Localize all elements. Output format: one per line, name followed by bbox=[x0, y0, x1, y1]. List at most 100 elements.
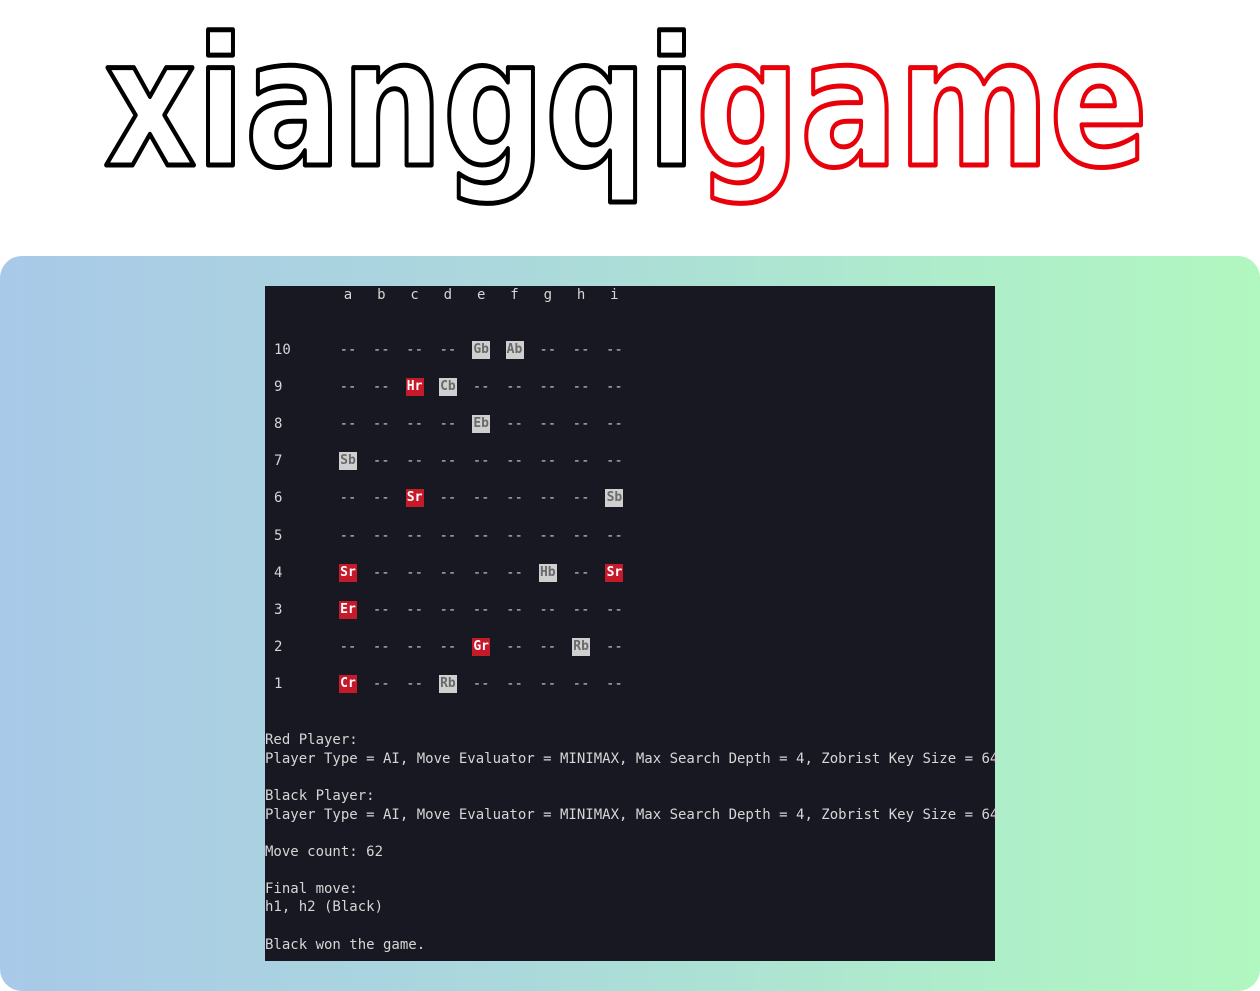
board-cell-empty: -- bbox=[605, 379, 623, 396]
board-cell-empty: -- bbox=[439, 342, 457, 358]
column-label-g: g bbox=[543, 287, 553, 303]
row-label-8: 8 bbox=[274, 416, 283, 433]
column-label-f: f bbox=[510, 287, 519, 303]
board-piece-black: Rb bbox=[438, 674, 457, 693]
black-player-header: Black Player: bbox=[265, 788, 375, 804]
board-cell-empty: -- bbox=[539, 490, 557, 507]
board-cell-empty: -- bbox=[572, 601, 590, 618]
final-move-header: Final move: bbox=[265, 881, 358, 897]
board-cell-empty: -- bbox=[506, 601, 523, 618]
board-piece-black: Eb bbox=[472, 415, 491, 434]
board-piece-black: Gb bbox=[472, 341, 491, 359]
board-cell-empty: -- bbox=[506, 416, 523, 433]
column-label-h: h bbox=[576, 287, 586, 303]
column-label-b: b bbox=[377, 287, 386, 303]
board-cell-empty: -- bbox=[406, 453, 424, 470]
board-cell-empty: -- bbox=[572, 379, 590, 396]
board-piece-black: Hb bbox=[538, 563, 557, 582]
board-cell-empty: -- bbox=[506, 638, 523, 655]
board-cell-empty: -- bbox=[406, 601, 424, 618]
title-part-game: game bbox=[696, 0, 1148, 207]
row-label-6: 6 bbox=[274, 490, 283, 507]
board-cell-empty: -- bbox=[439, 490, 457, 507]
column-label-d: d bbox=[443, 287, 453, 303]
board-cell-empty: -- bbox=[439, 416, 457, 433]
board-cell-empty: -- bbox=[572, 453, 590, 470]
board-cell-empty: -- bbox=[572, 490, 590, 507]
board-cell-empty: -- bbox=[472, 675, 490, 692]
red-player-info: Player Type = AI, Move Evaluator = MINIM… bbox=[265, 751, 999, 767]
board-cell-empty: -- bbox=[339, 379, 357, 396]
board-cell-empty: -- bbox=[472, 564, 490, 581]
board-cell-empty: -- bbox=[372, 379, 390, 396]
board-cell-empty: -- bbox=[539, 342, 557, 358]
board-cell-empty: -- bbox=[406, 527, 424, 544]
black-player-info: Player Type = AI, Move Evaluator = MINIM… bbox=[265, 807, 999, 823]
row-label-4: 4 bbox=[274, 564, 283, 581]
board-cell-empty: -- bbox=[372, 416, 390, 433]
board-cell-empty: -- bbox=[339, 490, 357, 507]
row-label-2: 2 bbox=[274, 638, 283, 655]
board-cell-empty: -- bbox=[605, 601, 623, 618]
title-part-xiangqi: xiangqi bbox=[104, 0, 696, 207]
board-piece-black: Rb bbox=[572, 637, 591, 656]
row-label-7: 7 bbox=[274, 453, 283, 470]
board-cell-empty: -- bbox=[372, 342, 390, 358]
board-cell-empty: -- bbox=[372, 601, 390, 618]
board-cell-empty: -- bbox=[605, 638, 623, 655]
board-cell-empty: -- bbox=[539, 453, 557, 470]
board-cell-empty: -- bbox=[605, 675, 623, 692]
board-cell-empty: -- bbox=[372, 638, 390, 655]
row-label-3: 3 bbox=[274, 601, 283, 618]
board-piece-black: Sb bbox=[605, 489, 624, 508]
column-label-c: c bbox=[410, 287, 419, 303]
board-cell-empty: -- bbox=[539, 638, 557, 655]
board-cell-empty: -- bbox=[605, 453, 623, 470]
board-cell-empty: -- bbox=[572, 342, 590, 358]
board-cell-empty: -- bbox=[506, 379, 523, 396]
board-cell-empty: -- bbox=[372, 527, 390, 544]
board-cell-empty: -- bbox=[439, 601, 457, 618]
board-cell-empty: -- bbox=[472, 527, 490, 544]
board-cell-empty: -- bbox=[472, 601, 490, 618]
board-cell-empty: -- bbox=[472, 379, 490, 396]
board-cell-empty: -- bbox=[339, 638, 357, 655]
board-cell-empty: -- bbox=[539, 379, 557, 396]
board-cell-empty: -- bbox=[539, 527, 557, 544]
final-move: h1, h2 (Black) bbox=[265, 899, 384, 915]
board-cell-empty: -- bbox=[372, 564, 390, 581]
board-cell-empty: -- bbox=[572, 564, 590, 581]
board-cell-empty: -- bbox=[572, 416, 590, 433]
column-label-i: i bbox=[610, 287, 619, 303]
board-cell-empty: -- bbox=[506, 564, 523, 581]
board-piece-red: Hr bbox=[405, 378, 424, 397]
board-piece-red: Er bbox=[339, 600, 357, 619]
board-cell-empty: -- bbox=[439, 564, 457, 581]
board-cell-empty: -- bbox=[372, 453, 390, 470]
board-cell-empty: -- bbox=[506, 453, 523, 470]
board-cell-empty: -- bbox=[472, 490, 490, 507]
column-label-e: e bbox=[476, 287, 486, 303]
board-cell-empty: -- bbox=[406, 416, 424, 433]
board-cell-empty: -- bbox=[406, 675, 424, 692]
board-cell-empty: -- bbox=[439, 638, 457, 655]
board-cell-empty: -- bbox=[406, 342, 424, 358]
board-piece-black: Sb bbox=[339, 452, 357, 471]
board-cell-empty: -- bbox=[339, 416, 357, 433]
board-cell-empty: -- bbox=[539, 601, 557, 618]
board-piece-red: Sr bbox=[339, 563, 357, 582]
board-cell-empty: -- bbox=[372, 490, 390, 507]
board-cell-empty: -- bbox=[605, 342, 623, 358]
board-cell-empty: -- bbox=[472, 453, 490, 470]
board-cell-empty: -- bbox=[439, 453, 457, 470]
move-count: Move count: 62 bbox=[265, 844, 384, 860]
game-result: Black won the game. bbox=[265, 937, 426, 953]
board-cell-empty: -- bbox=[506, 490, 523, 507]
board-cell-empty: -- bbox=[339, 527, 357, 544]
board-piece-black: Cb bbox=[438, 378, 457, 397]
board-piece-red: Sr bbox=[605, 563, 624, 582]
board-cell-empty: -- bbox=[372, 675, 390, 692]
board-cell-empty: -- bbox=[539, 416, 557, 433]
board-cell-empty: -- bbox=[539, 675, 557, 692]
title-logo: xiangqi game bbox=[102, 0, 1151, 210]
